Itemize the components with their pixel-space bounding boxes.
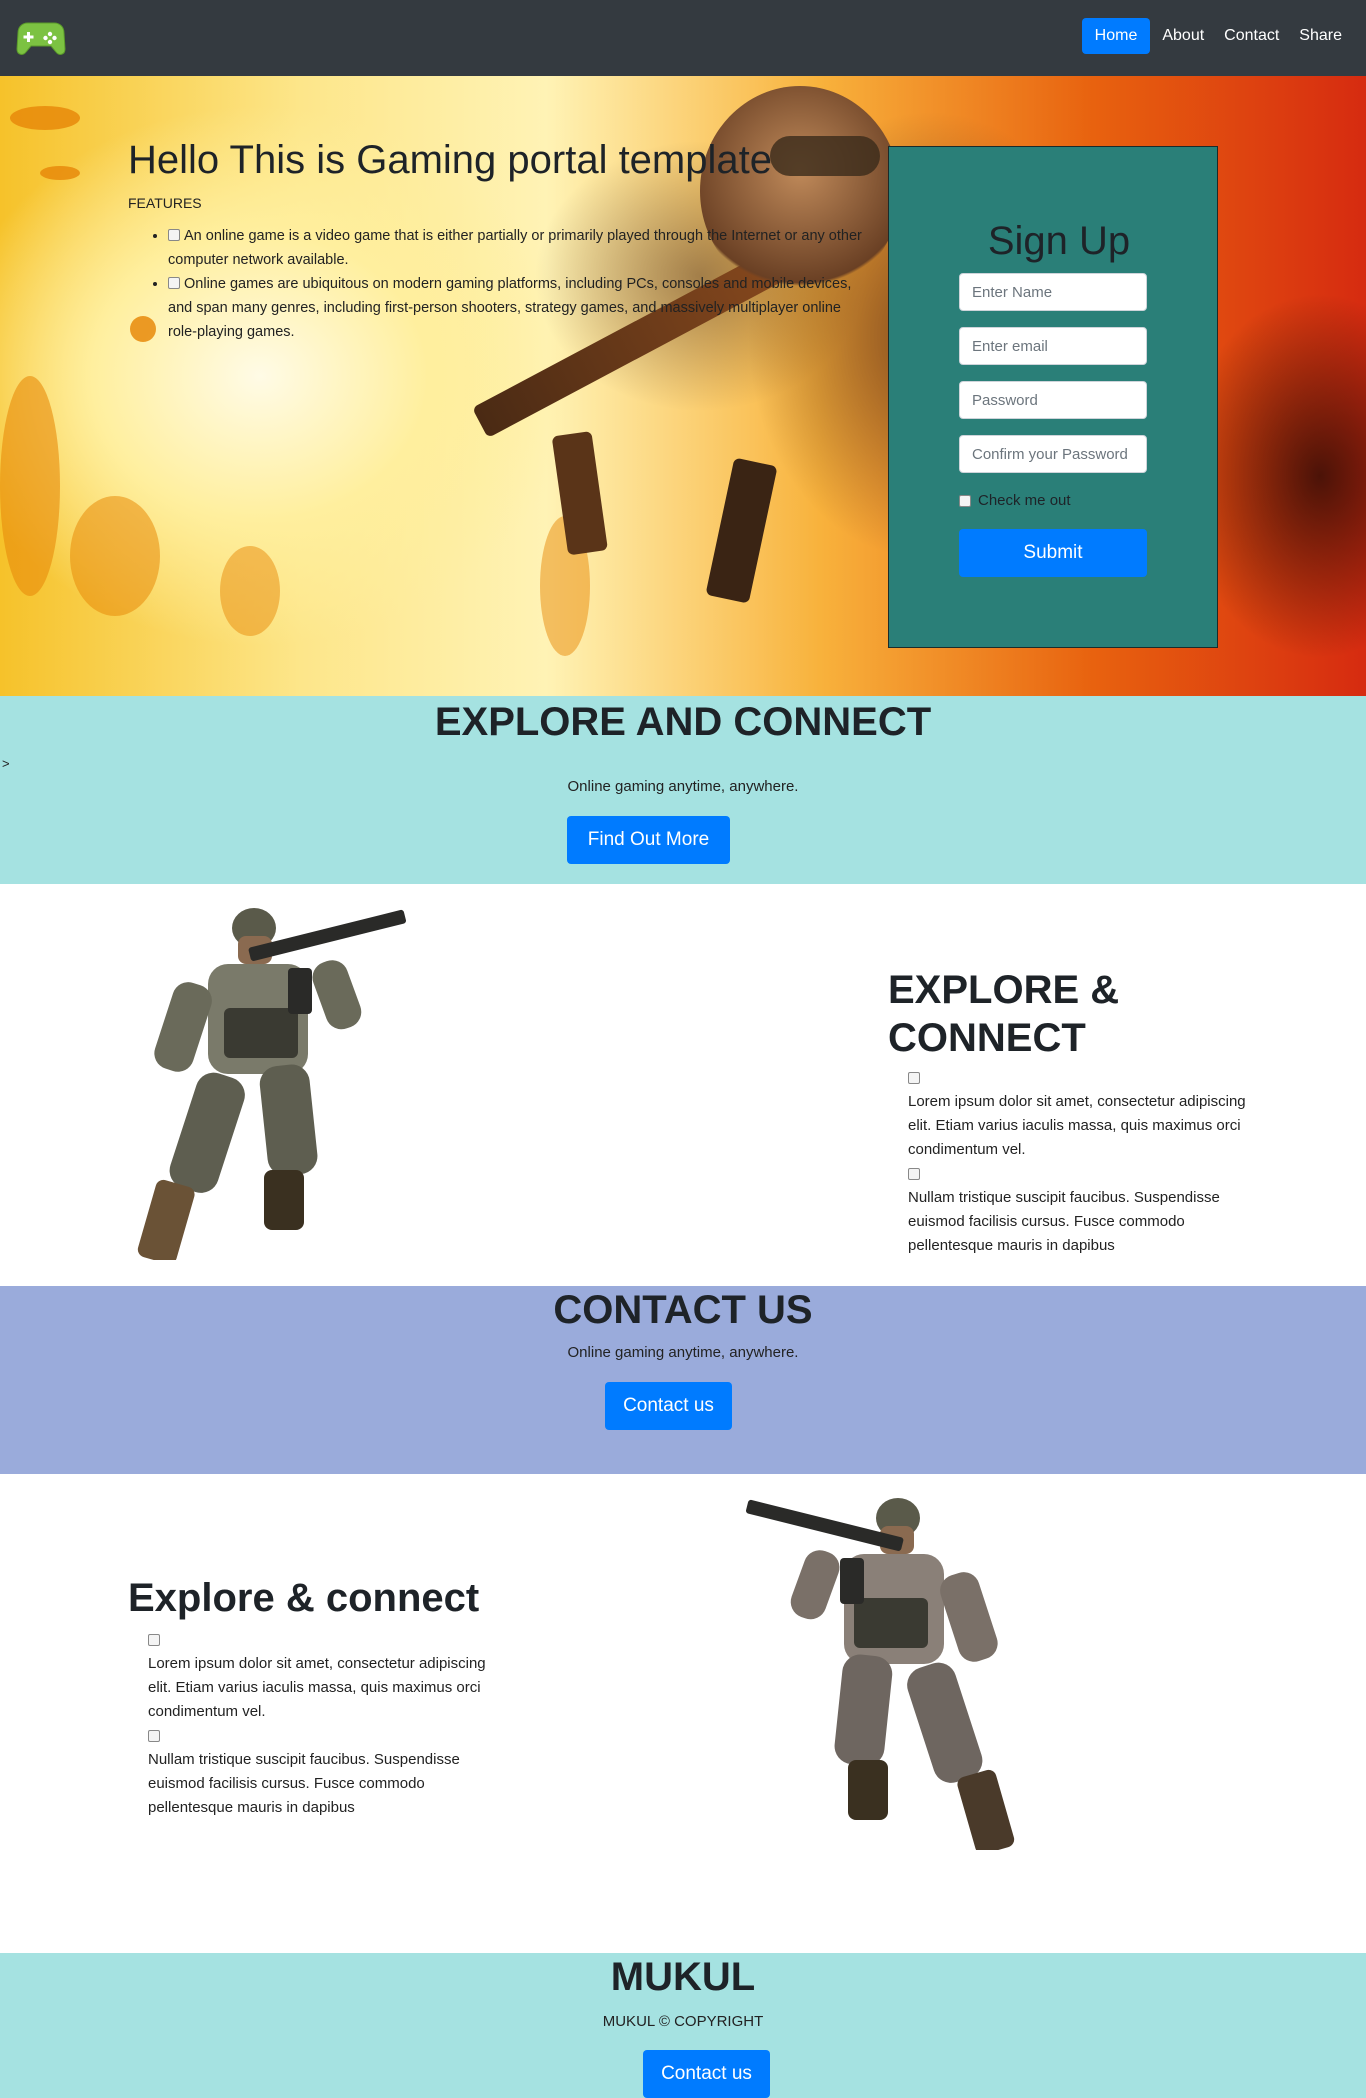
section2-list: Lorem ipsum dolor sit amet, consectetur …: [148, 1634, 488, 1820]
list-item: Lorem ipsum dolor sit amet, consectetur …: [148, 1634, 488, 1724]
footer-copyright: MUKUL © COPYRIGHT: [602, 2013, 764, 2030]
signup-title: Sign Up: [987, 219, 1131, 263]
feature-list: An online game is a video game that is e…: [128, 224, 868, 344]
soldier-image: [746, 1498, 1015, 1850]
list-item-text: Nullam tristique suscipit faucibus. Susp…: [908, 1189, 1220, 1254]
list-checkbox[interactable]: [148, 1730, 160, 1742]
gamepad-icon[interactable]: [16, 19, 66, 57]
feature-text: An online game is a video game that is e…: [168, 228, 862, 268]
section2-title: Explore & connect: [128, 1576, 480, 1620]
explore-connect-section-2: Explore & connect Lorem ipsum dolor sit …: [0, 1474, 1366, 1953]
nav-links: Home About Contact Share: [1081, 18, 1350, 54]
list-item: Lorem ipsum dolor sit amet, consectetur …: [908, 1072, 1248, 1162]
nav-home[interactable]: Home: [1081, 18, 1151, 54]
explore-band-subtitle: Online gaming anytime, anywhere.: [567, 778, 799, 795]
list-item-text: Lorem ipsum dolor sit amet, consectetur …: [908, 1093, 1246, 1158]
nav-contact[interactable]: Contact: [1216, 18, 1287, 54]
signup-form: Sign Up Check me out Submit: [888, 146, 1218, 648]
feature-item: An online game is a video game that is e…: [168, 224, 868, 272]
list-checkbox[interactable]: [908, 1168, 920, 1180]
check-me-out-checkbox[interactable]: [959, 494, 971, 507]
confirm-password-input[interactable]: [959, 435, 1147, 473]
navbar: Home About Contact Share: [0, 0, 1366, 76]
section1-title: EXPLORE & CONNECT: [888, 968, 1120, 1060]
submit-button[interactable]: Submit: [959, 529, 1147, 577]
email-input[interactable]: [959, 327, 1147, 365]
name-input[interactable]: [959, 273, 1147, 311]
soldier-image: [137, 908, 406, 1260]
nav-about[interactable]: About: [1154, 18, 1212, 54]
find-out-more-button[interactable]: Find Out More: [567, 816, 730, 864]
list-item-text: Lorem ipsum dolor sit amet, consectetur …: [148, 1655, 486, 1720]
footer-title: MUKUL: [610, 1955, 756, 1999]
hero-title: Hello This is Gaming portal template: [128, 138, 772, 182]
footer-contact-button[interactable]: Contact us: [643, 2050, 770, 2098]
explore-band-title: EXPLORE AND CONNECT: [434, 700, 932, 744]
check-me-out-label: Check me out: [978, 492, 1071, 509]
list-checkbox[interactable]: [148, 1634, 160, 1646]
footer: MUKUL MUKUL © COPYRIGHT Contact us: [0, 1953, 1366, 2098]
feature-checkbox[interactable]: [168, 229, 180, 241]
nav-share[interactable]: Share: [1291, 18, 1350, 54]
check-me-out[interactable]: Check me out: [959, 492, 1071, 509]
list-checkbox[interactable]: [908, 1072, 920, 1084]
explore-connect-section: EXPLORE & CONNECT Lorem ipsum dolor sit …: [0, 884, 1366, 1286]
features-label: FEATURES: [128, 195, 202, 211]
contact-us-button[interactable]: Contact us: [605, 1382, 732, 1430]
stray-text: >: [2, 756, 10, 771]
password-input[interactable]: [959, 381, 1147, 419]
contact-band: CONTACT US Online gaming anytime, anywhe…: [0, 1286, 1366, 1474]
list-item: Nullam tristique suscipit faucibus. Susp…: [148, 1730, 488, 1820]
explore-band: > EXPLORE AND CONNECT Online gaming anyt…: [0, 696, 1366, 884]
feature-item: Online games are ubiquitous on modern ga…: [168, 272, 868, 344]
section1-list: Lorem ipsum dolor sit amet, consectetur …: [908, 1072, 1248, 1258]
contact-band-subtitle: Online gaming anytime, anywhere.: [567, 1344, 799, 1361]
feature-checkbox[interactable]: [168, 277, 180, 289]
contact-band-title: CONTACT US: [553, 1288, 813, 1332]
list-item-text: Nullam tristique suscipit faucibus. Susp…: [148, 1751, 460, 1816]
feature-text: Online games are ubiquitous on modern ga…: [168, 276, 852, 340]
list-item: Nullam tristique suscipit faucibus. Susp…: [908, 1168, 1248, 1258]
